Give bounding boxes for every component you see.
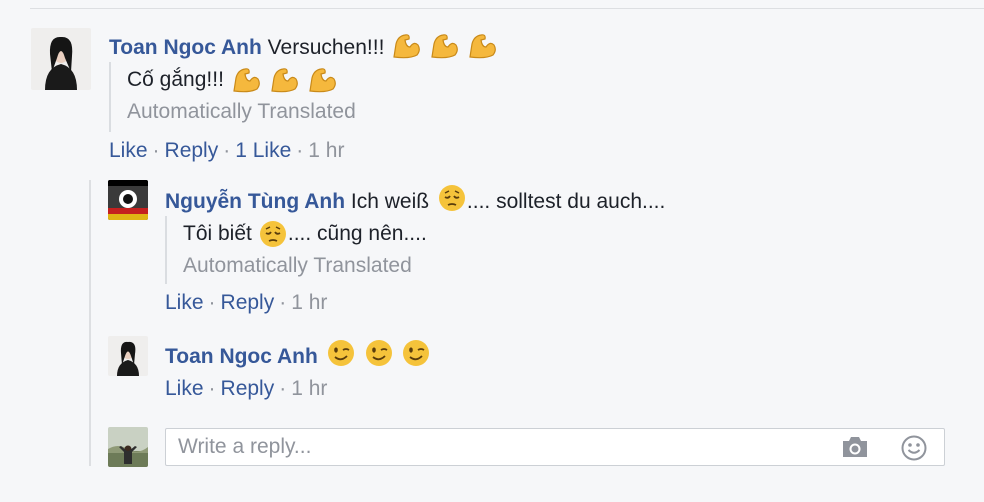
- winking-face-icon: [365, 340, 392, 366]
- reply-header: Toan Ngoc Anh: [165, 338, 431, 371]
- like-link[interactable]: Like: [109, 139, 148, 162]
- comment-actions: Like · Reply · 1 Like · 1 hr: [109, 139, 345, 162]
- winking-face-icon: [327, 340, 354, 366]
- translation-block: Cố gắng!!! Automatically Translated: [109, 62, 356, 132]
- comment-text: Versuchen!!!: [267, 36, 385, 59]
- author-name[interactable]: Nguyễn Tùng Anh: [165, 190, 345, 213]
- current-user-avatar: [108, 427, 148, 467]
- reply-actions: Like · Reply · 1 hr: [165, 291, 328, 314]
- emoji-icon[interactable]: [900, 434, 928, 462]
- translation-text: Cố gắng!!!: [127, 68, 224, 91]
- reply-input[interactable]: [166, 429, 816, 465]
- reply-link[interactable]: Reply: [165, 139, 219, 162]
- flexed-biceps-icon: [308, 67, 336, 92]
- reply-link[interactable]: Reply: [221, 291, 275, 314]
- avatar[interactable]: [108, 336, 148, 376]
- thread-line: [89, 180, 91, 466]
- reply-link[interactable]: Reply: [221, 377, 275, 400]
- timestamp[interactable]: 1 hr: [308, 139, 344, 162]
- auto-translated-label: Automatically Translated: [127, 100, 356, 123]
- timestamp[interactable]: 1 hr: [291, 291, 327, 314]
- emoji-group: [230, 65, 338, 96]
- translated-text: Tôi biết .... cũng nên....: [183, 216, 427, 252]
- flexed-biceps-icon: [233, 67, 260, 92]
- emoji-group: [390, 34, 498, 59]
- pensive-face-icon: [438, 185, 465, 211]
- camera-icon[interactable]: [840, 434, 870, 460]
- author-name[interactable]: Toan Ngoc Anh: [165, 345, 318, 368]
- translation-block: Tôi biết .... cũng nên.... Automatically…: [165, 216, 427, 284]
- like-link[interactable]: Like: [165, 377, 204, 400]
- reply-text-end: .... solltest du auch....: [466, 190, 666, 213]
- flexed-biceps-icon: [393, 34, 421, 59]
- reply-text-start: Ich weiß: [350, 190, 430, 213]
- winking-face-icon: [403, 340, 430, 366]
- reply-header: Nguyễn Tùng Anh Ich weiß .... solltest d…: [165, 183, 665, 216]
- reply-actions: Like · Reply · 1 hr: [165, 377, 328, 400]
- flexed-biceps-icon: [469, 34, 496, 59]
- avatar[interactable]: [108, 180, 148, 220]
- translation-text-start: Tôi biết: [183, 222, 252, 245]
- emoji-group: [324, 340, 432, 368]
- likes-count-link[interactable]: 1 Like: [235, 139, 291, 162]
- flexed-biceps-icon: [271, 67, 298, 92]
- reply-box: [165, 428, 945, 466]
- avatar[interactable]: [31, 28, 91, 90]
- like-link[interactable]: Like: [165, 291, 204, 314]
- top-divider: [30, 8, 984, 9]
- timestamp[interactable]: 1 hr: [291, 377, 327, 400]
- flexed-biceps-icon: [431, 34, 458, 59]
- comment-header: Toan Ngoc Anh Versuchen!!!: [109, 31, 498, 62]
- author-name[interactable]: Toan Ngoc Anh: [109, 36, 262, 59]
- auto-translated-label: Automatically Translated: [183, 254, 412, 277]
- translated-text: Cố gắng!!!: [127, 62, 356, 98]
- pensive-face-icon: [259, 221, 286, 247]
- translation-text-end: .... cũng nên....: [287, 222, 427, 245]
